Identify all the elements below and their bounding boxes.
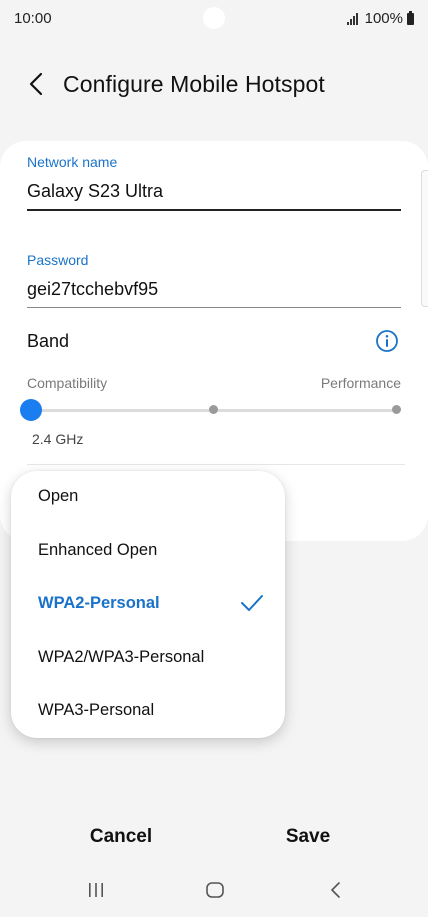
- network-name-label: Network name: [27, 154, 118, 170]
- signal-icon: [346, 12, 361, 25]
- nav-home-button[interactable]: [203, 879, 227, 901]
- network-name-underline: [27, 209, 401, 211]
- home-icon: [206, 882, 224, 898]
- band-value: 2.4 GHz: [32, 431, 84, 447]
- battery-percent: 100%: [364, 10, 403, 27]
- recents-icon: [89, 883, 103, 897]
- band-label: Band: [27, 331, 70, 351]
- back-icon: [331, 882, 340, 898]
- slider-min-label: Compatibility: [27, 375, 108, 391]
- menu-item-label: Enhanced Open: [38, 541, 158, 559]
- battery-icon: [407, 10, 414, 25]
- network-name-input[interactable]: Galaxy S23 Ultra: [27, 181, 163, 202]
- menu-item-wpa2-personal[interactable]: WPA2-Personal: [11, 578, 285, 631]
- status-indicators: 100%: [346, 10, 414, 27]
- divider: [27, 464, 405, 465]
- check-icon: [241, 595, 263, 611]
- slider-stop-middle: [209, 405, 218, 414]
- password-label: Password: [27, 252, 89, 268]
- nav-bar: [0, 867, 428, 913]
- status-bar: 10:00 100%: [0, 0, 428, 38]
- nav-back-button[interactable]: [324, 879, 348, 901]
- scrollbar[interactable]: [421, 170, 428, 307]
- chevron-left-icon: [29, 72, 43, 96]
- menu-item-label: WPA2-Personal: [38, 594, 160, 612]
- menu-item-label: WPA2/WPA3-Personal: [38, 648, 205, 666]
- bottom-actions: Cancel Save: [0, 815, 428, 859]
- app-header: Configure Mobile Hotspot: [0, 60, 428, 108]
- menu-item-label: WPA3-Personal: [38, 701, 155, 719]
- camera-cutout: [203, 7, 225, 29]
- slider-stop-end: [392, 405, 401, 414]
- menu-item-label: Open: [38, 487, 79, 505]
- security-dropdown: Open Enhanced Open WPA2-Personal WPA2/WP…: [11, 471, 285, 738]
- menu-item-open[interactable]: Open: [11, 471, 285, 524]
- page-title: Configure Mobile Hotspot: [63, 71, 325, 97]
- info-icon: [376, 330, 398, 352]
- menu-item-wpa3-personal[interactable]: WPA3-Personal: [11, 685, 285, 738]
- band-slider-thumb[interactable]: [20, 399, 42, 421]
- band-info-button[interactable]: [375, 329, 399, 353]
- password-input[interactable]: gei27tcchebvf95: [27, 279, 158, 300]
- slider-max-label: Performance: [320, 375, 401, 391]
- menu-item-enhanced-open[interactable]: Enhanced Open: [11, 525, 285, 578]
- status-time: 10:00: [14, 10, 52, 27]
- menu-item-wpa2-wpa3-personal[interactable]: WPA2/WPA3-Personal: [11, 632, 285, 685]
- password-underline: [27, 307, 401, 308]
- cancel-button[interactable]: Cancel: [51, 826, 191, 848]
- save-button[interactable]: Save: [238, 826, 378, 848]
- nav-recents-button[interactable]: [84, 879, 108, 901]
- back-button[interactable]: [22, 70, 50, 98]
